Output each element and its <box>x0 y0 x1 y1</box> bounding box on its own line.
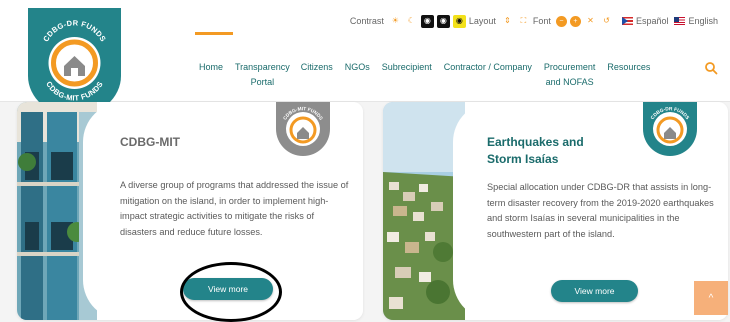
contrast-label: Contrast <box>349 16 384 26</box>
flag-us-icon <box>674 17 686 25</box>
nav-ngos[interactable]: NGOs <box>339 60 376 75</box>
font-decrease-icon[interactable]: − <box>555 15 567 27</box>
card-description: A diverse group of programs that address… <box>120 180 349 237</box>
lang-en-label: English <box>688 16 718 26</box>
view-more-button[interactable]: View more <box>183 278 273 300</box>
nav-procurement-nofas[interactable]: Procurement and NOFAS <box>538 60 602 90</box>
site-logo[interactable]: CDBG-DR FUNDS CDBG-MIT FUNDS <box>28 8 121 116</box>
main-nav: Home Transparency Portal Citizens NGOs Su… <box>188 60 656 90</box>
undo-icon[interactable]: ↺ <box>600 15 613 28</box>
card-description: Special allocation under CDBG-DR that as… <box>487 182 714 239</box>
layout-icon[interactable]: ⇕ <box>501 15 514 28</box>
lang-es-label: Español <box>635 16 669 26</box>
back-to-top-button[interactable]: ^ <box>694 281 728 315</box>
nav-citizens[interactable]: Citizens <box>295 60 339 75</box>
moon-icon[interactable]: ☾ <box>405 15 418 28</box>
lang-es[interactable]: Español <box>621 16 669 26</box>
font-increase-icon[interactable]: + <box>569 15 581 27</box>
font-reset-icon[interactable]: ✕ <box>584 15 597 28</box>
nav-resources[interactable]: Resources <box>601 60 656 75</box>
nav-transparency-portal[interactable]: Transparency Portal <box>230 60 295 90</box>
card-title: CDBG-MIT <box>120 135 180 149</box>
layout-expand-icon[interactable]: ⛶ <box>517 15 530 28</box>
program-card-earthquakes: CDBG-DR FUNDS Earthquakes and Storm Isaí… <box>383 102 728 320</box>
card-title: Earthquakes and Storm Isaías <box>487 135 584 166</box>
cdbg-dr-badge: CDBG-DR FUNDS <box>643 102 697 156</box>
view-more-button[interactable]: View more <box>551 280 638 302</box>
flag-es-icon <box>621 17 633 25</box>
program-card-cdbg-mit: CDBG-MIT FUNDS CDBG-MIT A diverse group … <box>17 102 363 320</box>
nav-home[interactable]: Home <box>188 60 230 75</box>
accessibility-toolbar: Contrast ☀ ☾ ◉ ◉ ◉ Layout ⇕ ⛶ Font − + ✕… <box>350 13 718 29</box>
active-nav-indicator <box>195 32 233 35</box>
cdbg-mit-badge: CDBG-MIT FUNDS <box>276 102 330 156</box>
eye-black-icon[interactable]: ◉ <box>436 14 450 28</box>
search-icon[interactable] <box>704 61 718 75</box>
layout-label: Layout <box>468 16 496 26</box>
nav-contractor-company[interactable]: Contractor / Company <box>438 60 538 75</box>
lang-en[interactable]: English <box>674 16 718 26</box>
sun-icon[interactable]: ☀ <box>389 15 402 28</box>
eye-black-icon[interactable]: ◉ <box>420 14 434 28</box>
font-label: Font <box>532 16 551 26</box>
page: Contrast ☀ ☾ ◉ ◉ ◉ Layout ⇕ ⛶ Font − + ✕… <box>0 0 730 322</box>
nav-subrecipient[interactable]: Subrecipient <box>376 60 438 75</box>
eye-yellow-icon[interactable]: ◉ <box>452 14 466 28</box>
